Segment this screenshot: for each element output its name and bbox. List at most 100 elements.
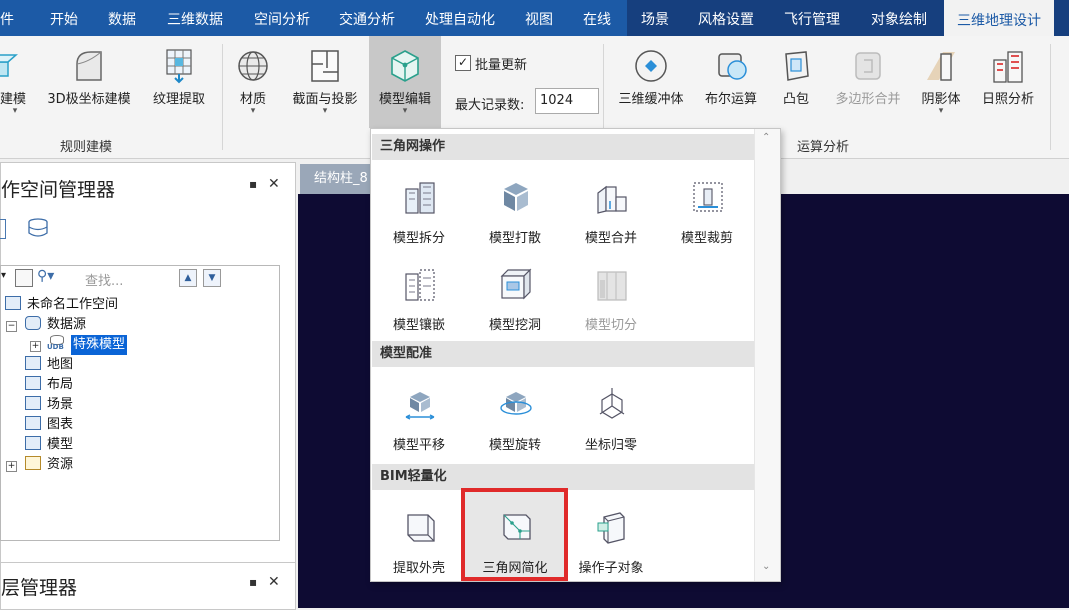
group-separator	[222, 44, 223, 150]
pin-icon[interactable]: ▪	[249, 177, 257, 191]
model-edit-button[interactable]: 模型编辑 ▾	[369, 36, 441, 128]
search-input[interactable]: 查找...	[85, 270, 123, 289]
gallery-scrollbar[interactable]: ⌃ ⌄	[754, 129, 780, 581]
close-icon[interactable]: ✕	[268, 176, 280, 192]
tab-data[interactable]: 数据	[108, 0, 136, 36]
material-button[interactable]: 材质 ▾	[230, 36, 276, 132]
move-down-icon[interactable]: ▼	[203, 269, 221, 287]
polar-3d-modeling-button[interactable]: 3D极坐标建模	[44, 36, 134, 132]
layout-icon	[25, 376, 41, 390]
scene-icon	[25, 396, 41, 410]
workspace-tree: ▾ ⚲▾ 查找... ▲ ▼ 未命名工作空间 − 数据源 + UDB 特殊模型 …	[0, 265, 280, 541]
expand-icon[interactable]: +	[6, 461, 17, 472]
gallery-item-model-clip[interactable]: 模型裁剪	[661, 175, 753, 255]
shadow-volume-icon	[927, 52, 955, 81]
layer-manager-panel: 层管理器 ▪ ✕	[0, 562, 296, 610]
gallery-item-model-translate[interactable]: 模型平移	[373, 382, 465, 462]
tab-flight[interactable]: 飞行管理	[784, 0, 840, 36]
workspace-toolbar-icon[interactable]	[0, 219, 6, 239]
polar-shape-icon	[76, 51, 102, 81]
building-sunlight-icon	[993, 51, 1023, 83]
tin-simplify-icon	[503, 514, 531, 540]
shadow-volume-button[interactable]: 阴影体 ▾	[916, 36, 966, 132]
expand-icon[interactable]: +	[30, 341, 41, 352]
gallery-item-model-hole[interactable]: 模型挖洞	[469, 262, 561, 342]
max-records-input[interactable]: 1024	[535, 88, 599, 114]
modeling-button[interactable]: 建模 ▾	[0, 36, 36, 132]
dropdown-arrow-icon[interactable]: ▾	[1, 270, 6, 281]
search-icon[interactable]: ⚲▾	[37, 268, 54, 284]
database-icon[interactable]	[25, 217, 51, 239]
tab-style-settings[interactable]: 风格设置	[698, 0, 754, 36]
scroll-down-icon[interactable]: ⌄	[762, 561, 770, 572]
texture-extract-button[interactable]: 纹理提取	[148, 36, 210, 132]
max-records-label: 最大记录数:	[455, 98, 525, 113]
dropdown-arrow-icon: ▾	[250, 106, 256, 116]
polygon-merge-icon	[855, 52, 881, 80]
batch-update-checkbox[interactable]: ✓	[455, 55, 471, 71]
gallery-item-extract-shell[interactable]: 提取外壳	[373, 505, 465, 585]
gallery-item-model-explode[interactable]: 模型打散	[469, 175, 561, 255]
gallery-item-model-rotate[interactable]: 模型旋转	[469, 382, 561, 462]
scroll-up-icon[interactable]: ⌃	[762, 132, 770, 143]
tab-automation[interactable]: 处理自动化	[425, 0, 495, 36]
group-label-operation-analysis: 运算分析	[797, 140, 850, 155]
gallery-item-tin-simplify[interactable]: 三角网简化	[469, 505, 561, 585]
chart-icon	[25, 416, 41, 430]
tree-item-resources[interactable]: 资源	[25, 455, 73, 475]
tree-item-layout[interactable]: 布局	[25, 375, 73, 395]
tab-3d-data[interactable]: 三维数据	[167, 0, 223, 36]
sub-object-icon	[597, 512, 625, 544]
section-header-model-registration: 模型配准	[372, 341, 762, 367]
extract-shell-icon	[407, 514, 435, 542]
group-label-rule-modeling: 规则建模	[60, 140, 113, 155]
tree-item-workspace[interactable]: 未命名工作空间	[5, 295, 118, 315]
model-hole-icon	[500, 268, 532, 300]
model-icon	[25, 436, 41, 450]
tree-item-model[interactable]: 模型	[25, 435, 73, 455]
box-modeling-icon	[0, 54, 18, 77]
convex-hull-button[interactable]: 凸包	[774, 36, 818, 132]
3d-buffer-button[interactable]: 三维缓冲体	[612, 36, 690, 132]
tab-spatial-analysis[interactable]: 空间分析	[254, 0, 310, 36]
tab-file[interactable]: 件	[0, 0, 14, 36]
collapse-icon[interactable]: −	[6, 321, 17, 332]
tree-item-datasource[interactable]: 数据源	[25, 315, 86, 335]
tree-item-map[interactable]: 地图	[25, 355, 73, 375]
panel-title: 层管理器	[1, 577, 78, 599]
floorplan-icon	[311, 50, 339, 82]
move-up-icon[interactable]: ▲	[179, 269, 197, 287]
gallery-item-sub-object[interactable]: 操作子对象	[565, 505, 657, 585]
boolean-cube-icon	[718, 53, 747, 80]
tab-online[interactable]: 在线	[583, 0, 611, 36]
polygon-merge-button[interactable]: 多边形合并	[826, 36, 910, 132]
gallery-item-model-merge[interactable]: 模型合并	[565, 175, 657, 255]
tab-traffic-analysis[interactable]: 交通分析	[339, 0, 395, 36]
gallery-item-model-cut[interactable]: 模型切分	[565, 262, 657, 342]
coordinate-reset-icon	[599, 388, 625, 419]
close-icon[interactable]: ✕	[268, 574, 280, 590]
section-projection-button[interactable]: 截面与投影 ▾	[286, 36, 364, 132]
tab-object-draw[interactable]: 对象绘制	[871, 0, 927, 36]
datasource-icon	[25, 316, 41, 330]
tab-view[interactable]: 视图	[525, 0, 553, 36]
pin-icon[interactable]: ▪	[249, 575, 257, 589]
dropdown-arrow-icon: ▾	[938, 106, 944, 116]
convex-hull-icon	[785, 51, 809, 81]
tab-3d-geo-design[interactable]: 三维地理设计	[944, 0, 1054, 36]
tree-item-chart[interactable]: 图表	[25, 415, 73, 435]
model-inlay-icon	[405, 269, 435, 301]
sunlight-analysis-button[interactable]: 日照分析	[976, 36, 1040, 132]
folder-icon	[25, 456, 41, 470]
gallery-item-model-inlay[interactable]: 模型镶嵌	[373, 262, 465, 342]
tree-item-special-model[interactable]: 特殊模型	[71, 335, 128, 355]
tab-start[interactable]: 开始	[50, 0, 78, 36]
tab-scene[interactable]: 场景	[641, 0, 669, 36]
cube-edit-icon	[391, 50, 419, 82]
locate-icon[interactable]	[15, 269, 33, 287]
batch-update-label: 批量更新	[475, 58, 528, 73]
gallery-item-model-split[interactable]: 模型拆分	[373, 175, 465, 255]
gallery-item-coordinate-reset[interactable]: 坐标归零	[565, 382, 657, 462]
tree-item-scene[interactable]: 场景	[25, 395, 73, 415]
boolean-op-button[interactable]: 布尔运算	[700, 36, 762, 132]
